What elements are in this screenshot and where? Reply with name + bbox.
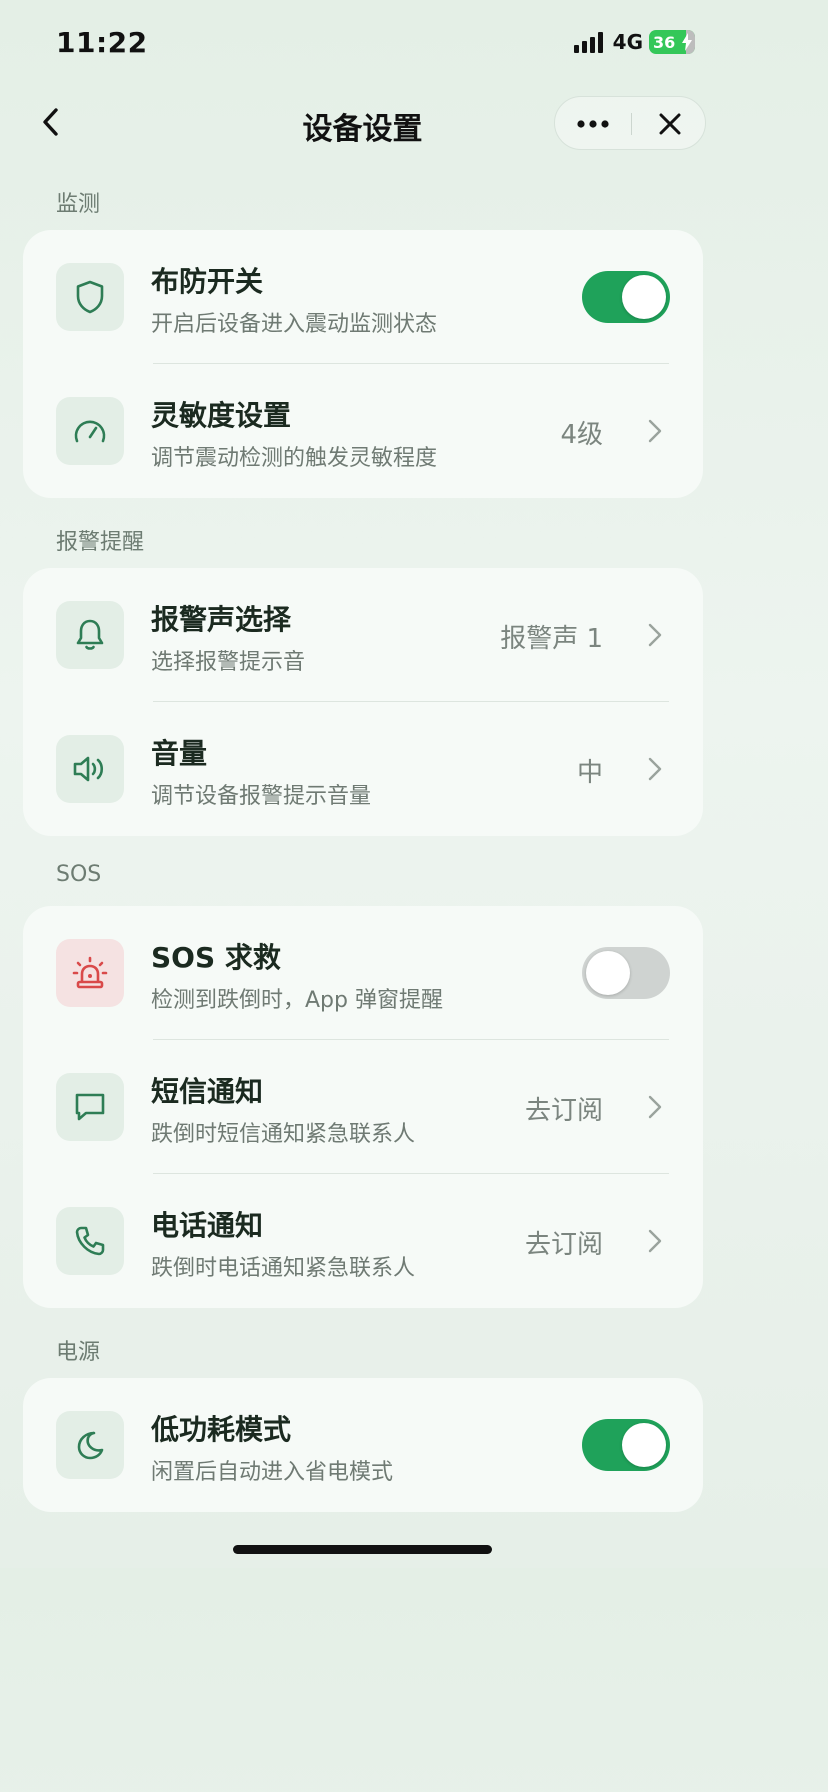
row-title: 布防开关 — [151, 265, 264, 298]
row-arming-switch[interactable]: 布防开关 开启后设备进入震动监测状态 — [23, 230, 703, 364]
row-title: 低功耗模式 — [151, 1413, 292, 1446]
siren-icon — [72, 956, 108, 989]
sos-toggle[interactable] — [582, 947, 670, 999]
message-icon — [75, 1093, 105, 1121]
shield-icon — [76, 280, 104, 314]
row-low-power[interactable]: 低功耗模式 闲置后自动进入省电模式 — [23, 1378, 703, 1512]
battery-icon: 36 — [649, 30, 695, 54]
row-subtitle: 调节震动检测的触发灵敏程度 — [151, 446, 438, 471]
row-value: 报警声 1 — [500, 624, 603, 654]
row-phone-notify[interactable]: 电话通知 跌倒时电话通知紧急联系人 去订阅 — [23, 1174, 703, 1308]
row-value: 4级 — [560, 420, 603, 450]
arming-toggle[interactable] — [582, 271, 670, 323]
close-icon — [659, 113, 680, 135]
status-time: 11:22 — [56, 26, 148, 59]
signal-icon — [573, 31, 603, 53]
speaker-icon — [73, 756, 104, 782]
row-value: 中 — [576, 758, 603, 788]
nav-bar: 设备设置 — [0, 86, 725, 160]
icon-box — [56, 263, 124, 331]
row-subtitle: 检测到跌倒时，App 弹窗提醒 — [151, 988, 443, 1013]
more-button[interactable] — [555, 97, 631, 151]
chevron-right-icon — [648, 419, 662, 443]
section-label-monitoring: 监测 — [56, 192, 101, 217]
row-subtitle: 闲置后自动进入省电模式 — [151, 1460, 394, 1485]
row-value: 去订阅 — [524, 1230, 603, 1260]
low-power-toggle[interactable] — [582, 1419, 670, 1471]
icon-box — [56, 397, 124, 465]
home-indicator — [233, 1545, 492, 1554]
row-title: 短信通知 — [151, 1075, 264, 1108]
chevron-right-icon — [648, 623, 662, 647]
card-monitoring: 布防开关 开启后设备进入震动监测状态 灵敏度设置 调节震动检测的触发灵敏程度 4… — [23, 230, 703, 498]
section-label-sos: SOS — [56, 862, 102, 887]
chevron-right-icon — [648, 1095, 662, 1119]
row-subtitle: 开启后设备进入震动监测状态 — [151, 312, 438, 337]
more-dots-icon — [577, 120, 609, 128]
section-label-alarm: 报警提醒 — [56, 530, 145, 555]
row-title: 报警声选择 — [151, 603, 292, 636]
card-sos: SOS 求救 检测到跌倒时，App 弹窗提醒 短信通知 跌倒时短信通知紧急联系人… — [23, 906, 703, 1308]
chevron-right-icon — [648, 757, 662, 781]
row-title: 电话通知 — [151, 1209, 264, 1242]
row-title: SOS 求救 — [151, 941, 281, 974]
icon-box — [56, 1073, 124, 1141]
section-label-power: 电源 — [56, 1340, 101, 1365]
card-alarm: 报警声选择 选择报警提示音 报警声 1 音量 调节设备报警提示音量 中 — [23, 568, 703, 836]
bell-icon — [76, 619, 104, 650]
row-volume[interactable]: 音量 调节设备报警提示音量 中 — [23, 702, 703, 836]
mini-program-capsule — [554, 96, 706, 150]
row-sms-notify[interactable]: 短信通知 跌倒时短信通知紧急联系人 去订阅 — [23, 1040, 703, 1174]
icon-box — [56, 601, 124, 669]
icon-box — [56, 1207, 124, 1275]
row-title: 灵敏度设置 — [151, 399, 292, 432]
status-indicators: 4G 36 — [573, 30, 695, 54]
row-subtitle: 跌倒时短信通知紧急联系人 — [151, 1122, 416, 1147]
phone-icon — [75, 1226, 105, 1256]
chevron-right-icon — [648, 1229, 662, 1253]
icon-box — [56, 1411, 124, 1479]
row-sensitivity[interactable]: 灵敏度设置 调节震动检测的触发灵敏程度 4级 — [23, 364, 703, 498]
row-title: 音量 — [151, 737, 208, 770]
row-subtitle: 跌倒时电话通知紧急联系人 — [151, 1256, 416, 1281]
status-bar: 11:22 4G 36 — [0, 0, 725, 86]
icon-box — [56, 939, 124, 1007]
row-subtitle: 调节设备报警提示音量 — [151, 784, 372, 809]
moon-icon — [77, 1431, 104, 1460]
card-power: 低功耗模式 闲置后自动进入省电模式 — [23, 1378, 703, 1512]
network-label: 4G — [612, 30, 643, 54]
gauge-icon — [74, 420, 106, 443]
row-sos-rescue[interactable]: SOS 求救 检测到跌倒时，App 弹窗提醒 — [23, 906, 703, 1040]
close-button[interactable] — [632, 97, 707, 151]
row-value: 去订阅 — [524, 1096, 603, 1126]
battery-level: 36 — [653, 32, 676, 52]
row-subtitle: 选择报警提示音 — [151, 650, 306, 675]
icon-box — [56, 735, 124, 803]
row-alarm-sound[interactable]: 报警声选择 选择报警提示音 报警声 1 — [23, 568, 703, 702]
